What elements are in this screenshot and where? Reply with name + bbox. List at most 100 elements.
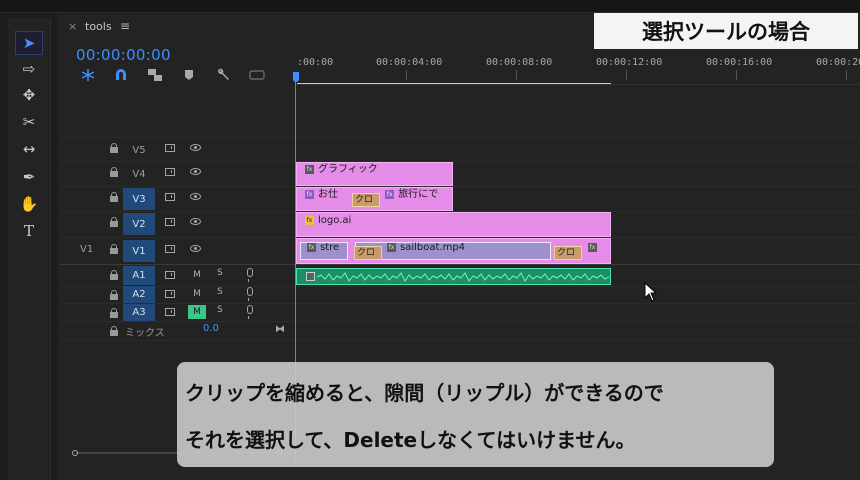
track-header-v1: V1 V1 [60,239,295,263]
hand-tool-icon[interactable]: ✋ [16,193,42,215]
clip-title-sailboat: fx sailboat.mp4 [379,240,465,256]
fx-badge-icon: fx [305,189,314,199]
playhead-handle[interactable] [293,72,299,82]
lock-icon[interactable] [110,143,118,153]
annotation-tag: 選択ツールの場合 [594,13,858,49]
eye-icon[interactable] [190,144,201,151]
toggle-sync-icon[interactable] [165,308,175,316]
ruler-label: 00:00:16:00 [706,57,773,68]
fx-badge-icon: fx [387,242,396,252]
track-select-tool-icon[interactable]: ⇨ [16,58,42,80]
clip-label: stre [320,242,340,253]
toggle-sync-icon[interactable] [165,193,175,201]
mute-button[interactable]: M [188,287,206,301]
close-tab-icon[interactable]: × [68,20,77,33]
razor-tool-icon[interactable]: ✂ [16,111,42,133]
toggle-sync-icon[interactable] [165,144,175,152]
ruler-tick [406,70,407,80]
ruler-label: 00:00:20 [816,57,860,68]
settings-wrench-icon[interactable] [216,68,230,82]
track-name[interactable]: A3 [123,304,155,321]
lock-icon[interactable] [110,217,118,227]
toggle-sync-icon[interactable] [165,271,175,279]
track-header-a3: A3 M S [60,304,295,321]
microphone-icon[interactable] [247,287,253,301]
microphone-icon[interactable] [247,268,253,282]
ruler-label: 00:00:04:00 [376,57,443,68]
eye-icon[interactable] [190,193,201,200]
clip-graphic[interactable]: fx グラフィック [296,162,453,186]
track-header-v3: V3 [60,187,295,211]
timeline-tab-title[interactable]: tools [85,20,112,33]
add-marker-icon[interactable] [184,68,194,82]
clip-label: お仕 [318,189,338,200]
toggle-sync-icon[interactable] [165,290,175,298]
clip-label: sailboat.mp4 [400,242,466,253]
snap-icon[interactable] [114,68,128,82]
track-name[interactable]: V4 [123,163,155,185]
fx-badge-icon: fx [588,242,597,252]
mute-button[interactable]: M [188,305,206,319]
audio-clip-a1[interactable] [296,268,611,285]
track-name[interactable]: A2 [123,286,155,303]
track-header-a2: A2 M S [60,286,295,303]
track-name[interactable]: V2 [123,213,155,235]
ripple-edit-tool-icon[interactable]: ✥ [16,84,42,106]
lock-icon[interactable] [110,270,118,280]
fx-badge-icon: fx [385,189,395,199]
source-patch-v1[interactable]: V1 [80,244,93,255]
linked-selection-icon[interactable] [147,68,163,82]
microphone-icon[interactable] [247,305,253,319]
mix-volume-value[interactable]: 0.0 [203,323,219,334]
track-name[interactable]: V3 [123,188,155,210]
fx-badge-icon [306,272,315,281]
type-tool-icon[interactable]: T [16,220,42,242]
mouse-cursor-icon [644,282,657,302]
toggle-sync-icon[interactable] [165,245,175,253]
eye-icon[interactable] [190,218,201,225]
fx-badge-icon: fx [307,242,316,252]
track-name[interactable]: V1 [123,240,155,262]
tools-panel: ➤ ⇨ ✥ ✂ ↔ ✒ ✋ T [8,18,51,480]
lock-icon[interactable] [110,167,118,177]
track-header-a1: A1 M S [60,266,295,285]
solo-button[interactable]: S [217,305,223,315]
top-menu-strip [0,0,860,13]
lock-icon[interactable] [110,244,118,254]
scrollbar-left-handle[interactable] [72,450,78,456]
toggle-sync-icon[interactable] [165,168,175,176]
clip-logo[interactable]: fx logo.ai [296,212,611,237]
pen-tool-icon[interactable]: ✒ [16,166,42,188]
transition-cross-dissolve[interactable]: クロ [354,246,382,260]
go-to-end-icon[interactable]: ⧓ [275,324,285,335]
fx-badge-icon: fx [305,164,314,174]
eye-icon[interactable] [190,245,201,252]
lock-icon[interactable] [110,308,118,318]
mute-button[interactable]: M [188,268,206,282]
slip-tool-icon[interactable]: ↔ [16,138,42,160]
transition-cross-dissolve[interactable]: クロ [554,246,582,260]
solo-button[interactable]: S [217,287,223,297]
captions-icon[interactable] [249,68,265,82]
track-name[interactable]: A1 [123,266,155,285]
nest-icon[interactable] [80,68,96,82]
clip-label: 旅行にで [398,189,439,200]
clip-label: グラフィック [318,164,378,175]
track-name[interactable]: V5 [123,139,155,161]
ruler-tick [626,70,627,80]
lock-icon[interactable] [110,326,118,336]
solo-button[interactable]: S [217,268,223,278]
ruler-label: 00:00:08:00 [486,57,553,68]
ruler-label: :00:00 [297,57,334,68]
clip-title-end: fx [580,240,601,256]
ruler-divider [296,84,860,85]
eye-icon[interactable] [190,168,201,175]
clip-label: logo.ai [318,215,352,226]
lock-icon[interactable] [110,290,118,300]
tab-menu-icon[interactable]: ≡ [120,19,130,33]
lock-icon[interactable] [110,192,118,202]
transition-cross-dissolve[interactable]: クロ [352,193,380,207]
toggle-sync-icon[interactable] [165,218,175,226]
selection-tool-icon[interactable]: ➤ [15,31,43,55]
playhead-timecode[interactable]: 00:00:00:00 [76,46,171,64]
